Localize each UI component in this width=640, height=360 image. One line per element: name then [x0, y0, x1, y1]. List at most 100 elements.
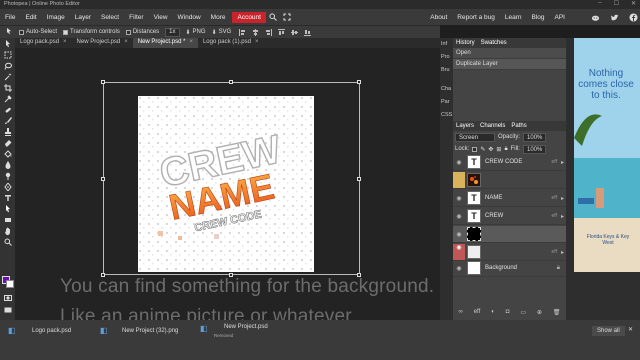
- transform-bounding-box[interactable]: [103, 82, 360, 275]
- doc-tab[interactable]: New Project.psd ×: [72, 38, 133, 48]
- magic-wand-tool[interactable]: [0, 71, 15, 82]
- close-icon[interactable]: ×: [255, 39, 259, 47]
- menu-filter[interactable]: Filter: [124, 14, 148, 21]
- visibility-eye-icon[interactable]: [453, 172, 465, 188]
- menu-view[interactable]: View: [149, 14, 173, 21]
- opacity-input[interactable]: 100%: [523, 132, 547, 142]
- visibility-eye-icon[interactable]: ◉: [453, 213, 465, 220]
- search-icon[interactable]: [268, 12, 278, 22]
- lock-position-icon[interactable]: ✥: [488, 146, 493, 153]
- blend-mode-select[interactable]: Screen: [455, 132, 495, 142]
- layer-row[interactable]: ◉ T CREW CODE eff ▸: [453, 154, 566, 171]
- menu-more[interactable]: More: [206, 14, 231, 21]
- align-center-icon[interactable]: [252, 28, 259, 36]
- align-left-icon[interactable]: [239, 28, 246, 36]
- quick-mask-tool[interactable]: [0, 292, 15, 303]
- layer-row[interactable]: ◉ Background 🔒︎: [453, 260, 566, 277]
- bottom-tab[interactable]: Logo pack.psd: [32, 328, 71, 334]
- lock-artboard-icon[interactable]: ⊞: [496, 146, 501, 153]
- visibility-eye-icon[interactable]: ◉: [453, 231, 465, 238]
- type-tool[interactable]: [0, 192, 15, 203]
- transform-handle[interactable]: [357, 80, 361, 84]
- fill-tool[interactable]: [0, 148, 15, 159]
- blur-tool[interactable]: [0, 159, 15, 170]
- panel-css-button[interactable]: CSS: [440, 109, 453, 122]
- layer-name[interactable]: CREW: [485, 213, 503, 219]
- zoom-select[interactable]: 1x: [165, 27, 180, 37]
- layer-row[interactable]: ◉ eff ▸: [453, 244, 566, 261]
- lock-all-icon[interactable]: 🔒︎: [504, 146, 507, 153]
- transform-handle[interactable]: [229, 80, 233, 84]
- fullscreen-icon[interactable]: [282, 12, 292, 22]
- title-maximize-icon[interactable]: ☐: [614, 0, 619, 7]
- align-right-icon[interactable]: [265, 28, 273, 36]
- chevron-right-icon[interactable]: ▸: [561, 213, 564, 220]
- facebook-icon[interactable]: [629, 13, 638, 22]
- path-select-tool[interactable]: [0, 203, 15, 214]
- dismiss-icon[interactable]: ✕: [628, 326, 633, 333]
- menu-select[interactable]: Select: [96, 14, 124, 21]
- layer-effects-badge[interactable]: eff: [552, 159, 557, 165]
- show-all-button[interactable]: Show all: [592, 326, 625, 336]
- panel-info-button[interactable]: Inf: [440, 38, 453, 51]
- crop-tool[interactable]: [0, 82, 15, 93]
- shape-tool[interactable]: [0, 214, 15, 225]
- clone-stamp-tool[interactable]: [0, 126, 15, 137]
- layer-row[interactable]: ◉ T NAME eff ▸: [453, 190, 566, 207]
- layer-row[interactable]: [453, 172, 566, 189]
- advertisement-panel[interactable]: Nothing comes close to this. Florida Key…: [566, 38, 640, 320]
- mask-icon[interactable]: ◘: [506, 309, 510, 315]
- adjustment-layer-icon[interactable]: ◐: [491, 309, 495, 315]
- move-tool-icon[interactable]: [5, 27, 13, 37]
- layer-effects-badge[interactable]: eff: [552, 195, 557, 201]
- doc-tab-active[interactable]: New Project.psd * ×: [132, 38, 198, 48]
- visibility-eye-icon[interactable]: ◉: [453, 195, 465, 202]
- menu-blog[interactable]: Blog: [527, 14, 550, 21]
- menu-window[interactable]: Window: [173, 14, 206, 21]
- screen-mode-tool[interactable]: [0, 304, 15, 315]
- menu-edit[interactable]: Edit: [20, 14, 41, 21]
- tab-swatches[interactable]: Swatches: [481, 40, 507, 46]
- visibility-eye-icon[interactable]: ◉: [453, 244, 465, 260]
- tab-layers[interactable]: Layers: [456, 123, 474, 129]
- distances-option[interactable]: Distances: [125, 29, 159, 35]
- bottom-tab[interactable]: New Project.psd: [224, 324, 268, 330]
- link-layers-icon[interactable]: ∞: [458, 309, 462, 315]
- auto-select-checkbox[interactable]: [19, 29, 24, 35]
- close-icon[interactable]: ×: [63, 39, 67, 47]
- history-item[interactable]: Open: [453, 48, 566, 59]
- layer-effects-badge[interactable]: eff: [552, 249, 557, 255]
- visibility-eye-icon[interactable]: ◉: [453, 265, 465, 272]
- tab-channels[interactable]: Channels: [480, 123, 505, 129]
- menu-learn[interactable]: Learn: [500, 14, 527, 21]
- brush-tool[interactable]: [0, 115, 15, 126]
- account-button[interactable]: Account: [232, 11, 266, 23]
- layer-style-icon[interactable]: eff: [474, 309, 481, 315]
- layer-name[interactable]: CREW CODE: [485, 159, 522, 165]
- dodge-tool[interactable]: [0, 170, 15, 181]
- align-bottom-icon[interactable]: [304, 29, 312, 36]
- healing-brush-tool[interactable]: [0, 104, 15, 115]
- lock-pixels-icon[interactable]: ✎: [480, 146, 485, 153]
- transform-handle[interactable]: [357, 177, 361, 181]
- layer-row-selected[interactable]: ◉: [453, 226, 566, 243]
- export-svg-button[interactable]: ⬇ SVG: [212, 29, 232, 36]
- bottom-tab[interactable]: New Project (32).png: [122, 328, 178, 334]
- pen-tool[interactable]: [0, 181, 15, 192]
- close-icon[interactable]: ×: [124, 39, 128, 47]
- panel-properties-button[interactable]: Pro: [440, 51, 453, 64]
- menu-about[interactable]: About: [425, 14, 452, 21]
- fill-input[interactable]: 100%: [522, 144, 547, 154]
- title-minimize-icon[interactable]: –: [598, 0, 601, 7]
- group-folder-icon[interactable]: ▭: [520, 309, 526, 316]
- doc-tab[interactable]: Logo pack.psd ×: [15, 38, 72, 48]
- align-top-icon[interactable]: [278, 28, 286, 36]
- layer-name[interactable]: Background: [485, 265, 517, 271]
- marquee-tool[interactable]: [0, 49, 15, 60]
- transform-controls-checkbox[interactable]: [63, 29, 69, 35]
- menu-layer[interactable]: Layer: [70, 14, 96, 21]
- new-layer-icon[interactable]: ⊕: [537, 309, 542, 316]
- chevron-right-icon[interactable]: ▸: [561, 195, 564, 202]
- menu-report-bug[interactable]: Report a bug: [452, 14, 500, 21]
- lasso-tool[interactable]: [0, 60, 15, 71]
